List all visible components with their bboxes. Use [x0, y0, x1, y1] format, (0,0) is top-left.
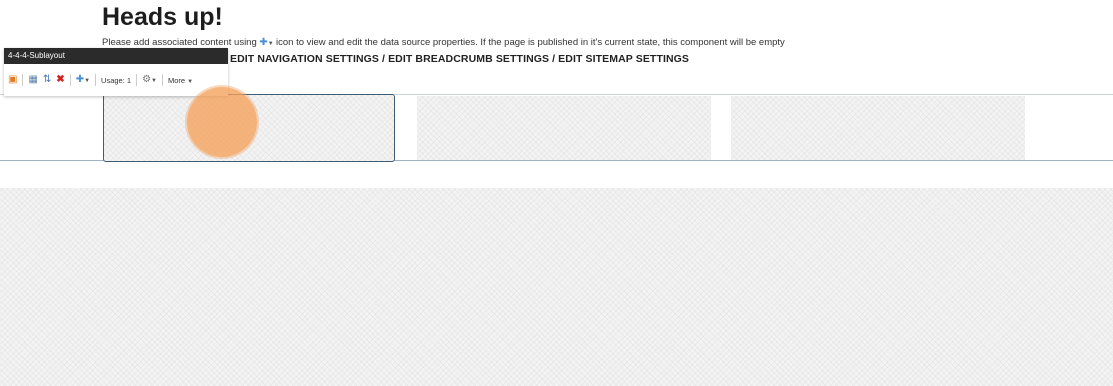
properties-icon[interactable]: ▦	[28, 75, 37, 85]
edit-settings-links[interactable]: EDIT NAVIGATION SETTINGS / EDIT BREADCRU…	[230, 53, 689, 65]
heads-up-heading: Heads up!	[102, 3, 223, 31]
rendering-title: 4-4-4-Sublayout	[4, 48, 228, 64]
placeholder-region-bottom[interactable]	[0, 188, 1113, 386]
placeholder-column-3[interactable]	[731, 96, 1025, 160]
datasource-icon[interactable]: ✚▼	[76, 74, 90, 86]
datasource-icon[interactable]: ✚▼	[259, 36, 273, 51]
edit-rendering-icon[interactable]: ▣	[8, 75, 17, 85]
rendering-toolbar-panel: 4-4-4-Sublayout ▣ ▦ ⇅ ✖ ✚▼ Usage: 1 ⚙▼ M…	[4, 48, 228, 96]
toolbar-separator	[136, 74, 138, 86]
click-indicator	[187, 87, 257, 157]
placeholder-column-2[interactable]	[417, 96, 711, 160]
delete-icon[interactable]: ✖	[56, 75, 64, 85]
more-menu-button[interactable]: More ▼	[168, 76, 193, 85]
usage-count[interactable]: Usage: 1	[101, 76, 131, 85]
toolbar-separator	[161, 74, 163, 86]
toolbar-separator	[69, 74, 71, 86]
toolbar-separator	[95, 74, 97, 86]
chevron-down-icon: ▼	[187, 78, 194, 85]
rendering-toolbar: ▣ ▦ ⇅ ✖ ✚▼ Usage: 1 ⚙▼ More ▼	[4, 64, 228, 96]
notice-text-start: Please add associated content using	[102, 37, 257, 48]
toolbar-separator	[22, 74, 24, 86]
notice-text-end: icon to view and edit the data source pr…	[276, 37, 785, 48]
test-variation-icon[interactable]: ⚙▼	[142, 74, 157, 86]
personalize-icon[interactable]: ⇅	[43, 75, 51, 85]
